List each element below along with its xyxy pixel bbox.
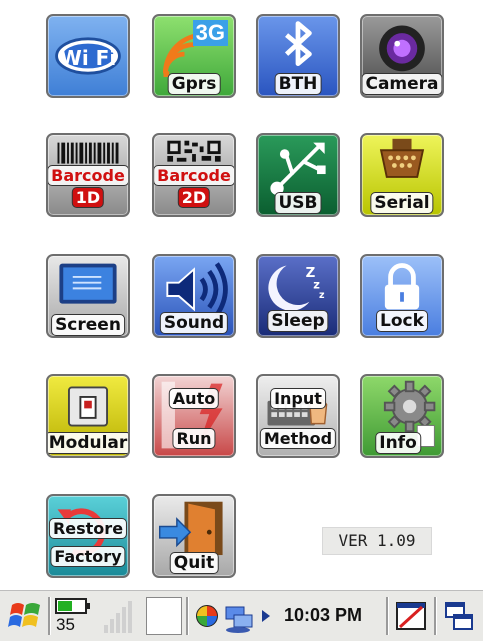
- barcode-1d-tile[interactable]: Barcode 1D: [46, 133, 130, 217]
- barcode-2d-sub-label: 2D: [177, 187, 211, 208]
- gprs-label: Gprs: [167, 73, 221, 95]
- auto-run-sub-label: Run: [172, 428, 216, 449]
- lock-tile[interactable]: Lock: [360, 254, 444, 338]
- modular-tile[interactable]: Modular: [46, 374, 130, 458]
- barcode-1d-sub-label: 1D: [71, 187, 105, 208]
- screen-label: Screen: [51, 314, 125, 336]
- sound-tile[interactable]: Sound: [152, 254, 236, 338]
- sleep-tile[interactable]: Z z z Sleep: [256, 254, 340, 338]
- camera-label: Camera: [362, 73, 442, 95]
- barcode-1d-label: Barcode: [48, 165, 128, 186]
- quit-label: Quit: [169, 552, 219, 574]
- taskbar: 35 10:03 PM: [0, 590, 483, 641]
- clock-time[interactable]: 10:03 PM: [284, 605, 362, 626]
- wifi-tile[interactable]: Wi Fi: [46, 14, 130, 98]
- battery-indicator[interactable]: 35: [54, 597, 94, 635]
- restore-factory-tile[interactable]: Restore Factory: [46, 494, 130, 578]
- gprs-3g-badge: 3G: [192, 20, 228, 46]
- info-tile[interactable]: Info: [360, 374, 444, 458]
- color-wheel-icon[interactable]: [194, 597, 220, 635]
- barcode-2d-tile[interactable]: Barcode 2D: [152, 133, 236, 217]
- quit-tile[interactable]: Quit: [152, 494, 236, 578]
- bth-label: BTH: [274, 73, 322, 95]
- sleep-label: Sleep: [267, 310, 329, 332]
- auto-run-tile[interactable]: Auto Run: [152, 374, 236, 458]
- info-label: Info: [375, 432, 421, 454]
- lock-label: Lock: [376, 310, 428, 332]
- sound-label: Sound: [159, 312, 229, 334]
- taskbar-separator: [434, 597, 437, 635]
- battery-level: 35: [56, 615, 75, 634]
- serial-tile[interactable]: Serial: [360, 133, 444, 217]
- taskbar-separator: [48, 597, 51, 635]
- pen-input-icon[interactable]: [394, 597, 428, 635]
- auto-run-label: Auto: [168, 388, 220, 409]
- serial-label: Serial: [370, 192, 434, 214]
- taskbar-separator: [386, 597, 389, 635]
- signal-bars-icon[interactable]: [100, 597, 134, 635]
- svg-text:z: z: [319, 290, 325, 301]
- modular-label: Modular: [48, 432, 128, 454]
- input-panel-icon[interactable]: [146, 597, 182, 635]
- camera-tile[interactable]: Camera: [360, 14, 444, 98]
- barcode-2d-label: Barcode: [154, 165, 234, 186]
- input-method-sub-label: Method: [259, 428, 337, 449]
- windows-switch-icon[interactable]: [442, 597, 476, 635]
- gprs-tile[interactable]: 3G Gprs: [152, 14, 236, 98]
- arrow-right-icon[interactable]: [258, 597, 274, 635]
- screen-tile[interactable]: Screen: [46, 254, 130, 338]
- network-icon[interactable]: [222, 597, 254, 635]
- taskbar-separator: [186, 597, 189, 635]
- input-method-tile[interactable]: Input Method: [256, 374, 340, 458]
- restore-label: Restore: [48, 518, 128, 539]
- wifi-label: Wi Fi: [59, 46, 117, 70]
- input-method-label: Input: [270, 388, 326, 409]
- factory-label: Factory: [50, 546, 126, 567]
- windows-start-icon[interactable]: [6, 597, 46, 635]
- version-label: VER 1.09: [322, 527, 432, 555]
- battery-icon: [55, 598, 90, 614]
- usb-tile[interactable]: USB: [256, 133, 340, 217]
- bluetooth-tile[interactable]: BTH: [256, 14, 340, 98]
- usb-label: USB: [274, 192, 322, 214]
